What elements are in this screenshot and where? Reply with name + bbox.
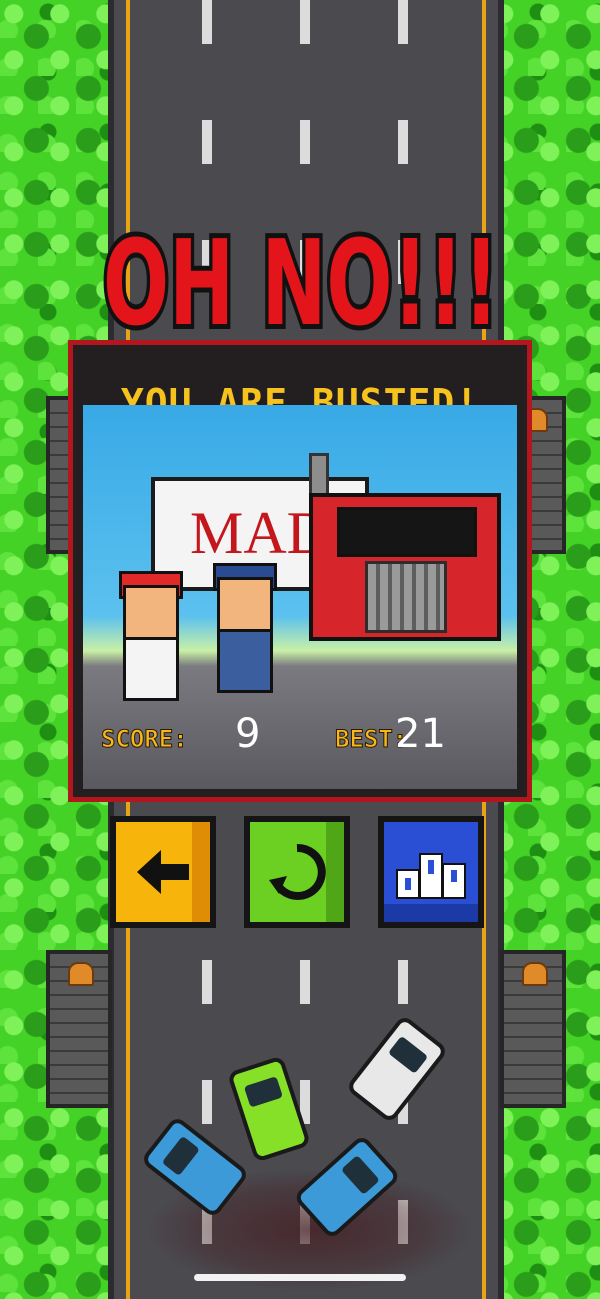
police-tower xyxy=(46,950,112,1108)
score-label: SCORE: xyxy=(101,725,189,754)
police-tower xyxy=(500,950,566,1108)
podium-icon xyxy=(396,853,466,899)
replay-button[interactable] xyxy=(244,816,350,928)
truck xyxy=(309,453,501,643)
best-value: 21 xyxy=(395,711,446,757)
back-button[interactable] xyxy=(110,816,216,928)
siren-icon xyxy=(522,962,548,986)
police-character xyxy=(209,563,277,695)
oh-no-headline: OH NO!!! xyxy=(96,209,506,357)
headline-text: OH NO!!! xyxy=(103,214,499,352)
home-indicator[interactable] xyxy=(194,1274,406,1281)
replay-icon xyxy=(269,843,326,900)
arrow-left-icon xyxy=(137,850,189,894)
siren-icon xyxy=(68,962,94,986)
chef-character xyxy=(115,571,183,703)
score-value: 9 xyxy=(235,711,261,757)
leaderboard-button[interactable] xyxy=(378,816,484,928)
game-over-panel: YOU ARE BUSTED! MAD SCORE: 9 BEST: 21 xyxy=(68,340,532,802)
